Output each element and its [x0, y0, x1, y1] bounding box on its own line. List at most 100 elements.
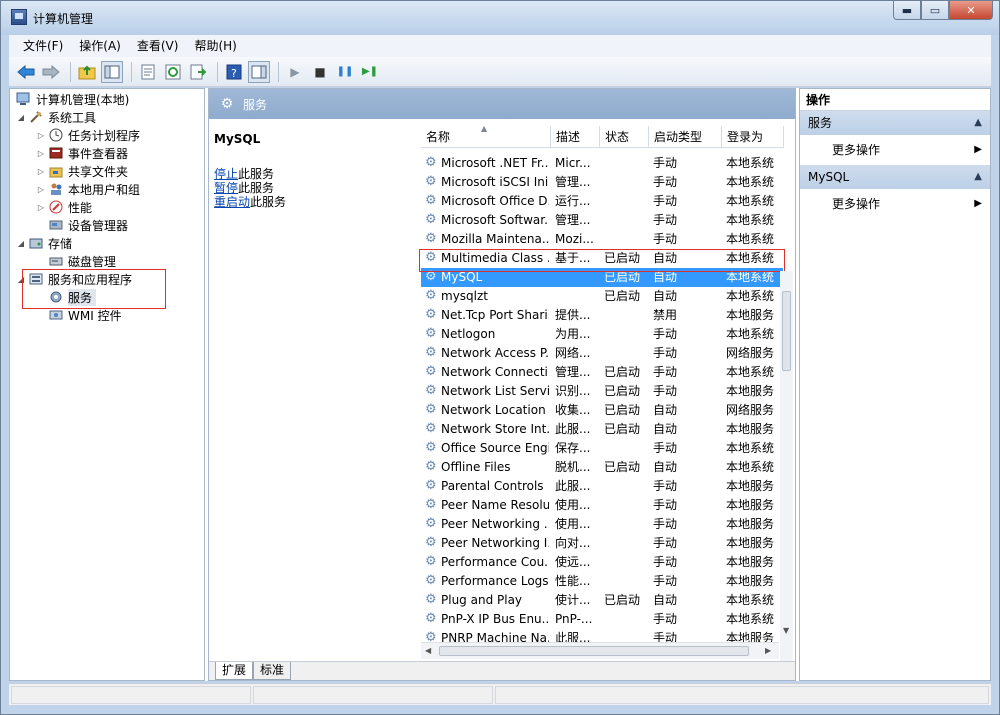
service-row[interactable]: ⚙ PnP-X IP Bus Enu... PnP-... 手动 本地系统 [421, 610, 783, 629]
service-row[interactable]: ⚙ Peer Name Resolu... 使用... 手动 本地服务 [421, 496, 783, 515]
tree-item[interactable]: 磁盘管理 [36, 252, 116, 270]
collapse-icon[interactable]: ▲ [974, 165, 982, 189]
vertical-scrollbar[interactable]: ▼ [780, 271, 793, 661]
disk-icon [48, 253, 64, 269]
back-arrow-icon[interactable] [15, 61, 37, 83]
service-row[interactable]: ⚙ Network Location ... 收集... 已启动 自动 网络服务 [421, 401, 783, 420]
service-startup-type: 手动 [653, 441, 678, 455]
service-description: PnP-... [555, 612, 593, 626]
service-row[interactable]: ⚙ Network Connecti... 管理... 已启动 手动 本地系统 [421, 363, 783, 382]
service-row[interactable]: ⚙ Microsoft iSCSI Ini... 管理... 手动 本地系统 [421, 173, 783, 192]
toolbar-separator [217, 61, 218, 82]
service-row[interactable]: ⚙ Peer Networking I... 向对... 手动 本地服务 [421, 534, 783, 553]
tree-root[interactable]: 计算机管理(本地) [16, 90, 129, 108]
title-bar[interactable]: 计算机管理 ▬ ▭ ✕ [1, 1, 999, 35]
vertical-scroll-thumb[interactable] [782, 291, 791, 371]
service-row[interactable]: ⚙ Peer Networking ... 使用... 手动 本地服务 [421, 515, 783, 534]
pause-service-icon[interactable]: ❚❚ [334, 61, 356, 83]
gear-icon: ⚙ [220, 96, 234, 112]
service-row[interactable]: ⚙ Network Store Int... 此服... 已启动 自动 本地服务 [421, 420, 783, 439]
service-status: 已启动 [604, 384, 641, 398]
horizontal-scrollbar[interactable]: ◀ ▶ [421, 642, 779, 659]
show-hide-action-pane-icon[interactable] [248, 60, 270, 83]
sort-ascending-icon: ▲ [481, 124, 488, 133]
menu-action[interactable]: 操作(A) [71, 35, 129, 57]
show-hide-tree-icon[interactable] [101, 60, 123, 83]
menu-file[interactable]: 文件(F) [15, 35, 71, 57]
collapse-icon[interactable]: ▲ [974, 111, 982, 135]
service-row[interactable]: ⚙ Performance Logs... 性能... 手动 本地服务 [421, 572, 783, 591]
start-service-icon[interactable]: ▶ [284, 61, 306, 83]
restart-service-icon[interactable]: ▶❚ [359, 61, 381, 83]
properties-icon[interactable] [137, 61, 159, 83]
scroll-right-icon[interactable]: ▶ [765, 646, 771, 655]
expand-arrow-icon[interactable]: ▷ [36, 203, 46, 212]
expand-arrow-icon[interactable]: ▷ [36, 131, 46, 140]
tree-item[interactable]: ◢ 存储 [16, 234, 72, 252]
tree-item[interactable]: 设备管理器 [36, 216, 128, 234]
collapse-arrow-icon[interactable]: ◢ [16, 239, 26, 248]
actions-section-services[interactable]: 服务 ▲ [800, 111, 990, 135]
menu-bar: 文件(F) 操作(A) 查看(V) 帮助(H) [9, 35, 991, 57]
column-header-status[interactable]: 状态 [600, 126, 649, 148]
restart-service-link[interactable]: 重启动 [214, 195, 250, 209]
service-row[interactable]: ⚙ Plug and Play 使计... 已启动 自动 本地系统 [421, 591, 783, 610]
expand-arrow-icon[interactable]: ▷ [36, 149, 46, 158]
up-folder-icon[interactable] [76, 61, 98, 83]
horizontal-scroll-thumb[interactable] [439, 646, 749, 656]
service-row[interactable]: ⚙ Microsoft Softwar... 管理... 手动 本地系统 [421, 211, 783, 230]
actions-section-mysql[interactable]: MySQL ▲ [800, 165, 990, 189]
tree-item[interactable]: ▷ 事件查看器 [36, 144, 128, 162]
service-row[interactable]: ⚙ Office Source Engi... 保存... 手动 本地系统 [421, 439, 783, 458]
tab-standard[interactable]: 标准 [253, 662, 292, 680]
tab-extended[interactable]: 扩展 [215, 662, 254, 680]
service-startup-type: 手动 [653, 194, 678, 208]
service-row[interactable]: ⚙ Microsoft .NET Fr... Micr... 手动 本地系统 [421, 154, 783, 173]
column-header-name[interactable]: ▲ 名称 [421, 124, 551, 148]
service-row[interactable]: ⚙ Netlogon 为用... 手动 本地系统 [421, 325, 783, 344]
maximize-button[interactable]: ▭ [921, 1, 949, 20]
services-pane: ⚙ 服务 MySQL 停止此服务 暂停此服务 重启动此服务 ▲ 名称 描述 状态 … [208, 88, 796, 681]
tree-item-label: 本地用户和组 [68, 182, 141, 197]
export-list-icon[interactable] [187, 61, 209, 83]
refresh-icon[interactable] [162, 61, 184, 83]
scroll-left-icon[interactable]: ◀ [425, 646, 431, 655]
column-header-log-on-as[interactable]: 登录为 [722, 126, 784, 148]
service-description: 网络... [555, 346, 591, 360]
expand-arrow-icon[interactable]: ▷ [36, 167, 46, 176]
tree-item-label: 磁盘管理 [68, 254, 117, 269]
service-row[interactable]: ⚙ Mozilla Maintena... Mozi... 手动 本地系统 [421, 230, 783, 249]
help-icon[interactable]: ? [223, 61, 245, 83]
forward-arrow-icon[interactable] [40, 61, 62, 83]
collapse-arrow-icon[interactable]: ◢ [16, 113, 26, 122]
service-log-on-as: 本地系统 [726, 289, 775, 303]
menu-help[interactable]: 帮助(H) [186, 35, 244, 57]
tree-item[interactable]: ▷ 任务计划程序 [36, 126, 140, 144]
service-row[interactable]: ⚙ Parental Controls 此服... 手动 本地服务 [421, 477, 783, 496]
scroll-down-icon[interactable]: ▼ [783, 626, 789, 635]
service-row[interactable]: ⚙ Offline Files 脱机... 已启动 自动 本地系统 [421, 458, 783, 477]
stop-service-icon[interactable]: ■ [309, 61, 331, 83]
expand-arrow-icon[interactable]: ▷ [36, 185, 46, 194]
service-gear-icon: ⚙ [425, 174, 437, 189]
tree-item[interactable]: ▷ 性能 [36, 198, 92, 216]
service-row[interactable]: ⚙ Net.Tcp Port Shari... 提供... 禁用 本地服务 [421, 306, 783, 325]
service-row[interactable]: ⚙ Network List Service 识别... 已启动手动 本地服务 [421, 382, 783, 401]
minimize-button[interactable]: ▬ [893, 1, 921, 20]
more-actions-services[interactable]: 更多操作 ▶ [800, 135, 990, 165]
column-header-startup-type[interactable]: 启动类型 [649, 126, 722, 148]
menu-view[interactable]: 查看(V) [129, 35, 187, 57]
tree-item[interactable]: ▷ 本地用户和组 [36, 180, 140, 198]
service-row[interactable]: ⚙ Microsoft Office D... 运行... 手动 本地系统 [421, 192, 783, 211]
service-row[interactable]: ⚙ mysqlzt 已启动 自动 本地系统 [421, 287, 783, 306]
service-startup-type: 自动 [653, 289, 678, 303]
service-name: Microsoft Softwar... [441, 213, 549, 227]
toolbar: ? ▶ ■ ❚❚ ▶❚ [9, 57, 991, 87]
service-row[interactable]: ⚙ Network Access P... 网络... 手动 网络服务 [421, 344, 783, 363]
column-header-description[interactable]: 描述 [551, 126, 600, 148]
tree-item[interactable]: ▷ 共享文件夹 [36, 162, 128, 180]
tree-item[interactable]: ◢ 系统工具 [16, 108, 96, 126]
close-button[interactable]: ✕ [949, 1, 993, 20]
service-row[interactable]: ⚙ Performance Cou... 使远... 手动 本地服务 [421, 553, 783, 572]
more-actions-mysql[interactable]: 更多操作 ▶ [800, 189, 990, 219]
